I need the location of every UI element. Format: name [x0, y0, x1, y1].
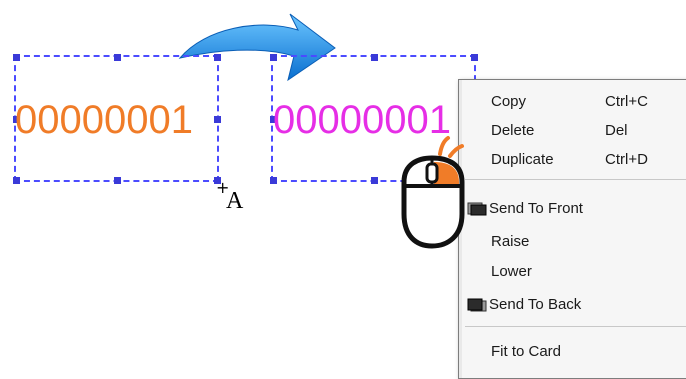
resize-handle[interactable]	[13, 54, 20, 61]
menu-item-label: Copy	[491, 93, 527, 110]
resize-handle[interactable]	[113, 54, 121, 61]
resize-handle[interactable]	[214, 115, 221, 123]
menu-item-label: Lower	[491, 263, 532, 280]
send-to-front-icon	[467, 202, 487, 216]
menu-item-shortcut: Ctrl+C	[605, 93, 648, 110]
resize-handle[interactable]	[13, 177, 20, 184]
resize-handle[interactable]	[214, 54, 221, 61]
menu-separator	[465, 179, 686, 180]
menu-item-label: Duplicate	[491, 151, 554, 168]
send-to-back-icon	[467, 298, 487, 312]
menu-item-send-to-back[interactable]: Send To Back	[459, 293, 686, 317]
mouse-right-click-icon	[401, 136, 465, 249]
menu-separator	[465, 326, 686, 327]
barcode-text-left[interactable]: 00000001	[15, 100, 193, 140]
menu-item-raise[interactable]: Raise	[459, 230, 686, 254]
menu-item-shortcut: Del	[605, 122, 628, 139]
menu-item-label: Delete	[491, 122, 535, 139]
resize-handle[interactable]	[370, 177, 378, 184]
menu-item-label: Send To Back	[489, 296, 582, 313]
resize-handle[interactable]	[113, 177, 121, 184]
menu-item-delete[interactable]: Delete Del	[459, 119, 686, 143]
text-tool-cursor-icon: + A	[216, 180, 256, 220]
menu-item-shortcut: Ctrl+D	[605, 151, 648, 168]
menu-item-duplicate[interactable]: Duplicate Ctrl+D	[459, 148, 686, 172]
menu-item-lower[interactable]: Lower	[459, 260, 686, 284]
resize-handle[interactable]	[270, 54, 277, 61]
resize-handle[interactable]	[370, 54, 378, 61]
menu-item-label: Fit to Card	[491, 343, 562, 360]
menu-item-label: Send To Front	[489, 200, 583, 217]
menu-item-label: Raise	[491, 233, 530, 250]
menu-item-copy[interactable]: Copy Ctrl+C	[459, 90, 686, 114]
context-menu: Copy Ctrl+C Delete Del Duplicate Ctrl+D …	[458, 79, 686, 379]
menu-item-send-to-front[interactable]: Send To Front	[459, 197, 686, 221]
resize-handle[interactable]	[270, 177, 277, 184]
menu-item-fit-to-card[interactable]: Fit to Card	[459, 340, 686, 364]
resize-handle[interactable]	[471, 54, 478, 61]
text-cursor-label: A	[226, 188, 244, 214]
